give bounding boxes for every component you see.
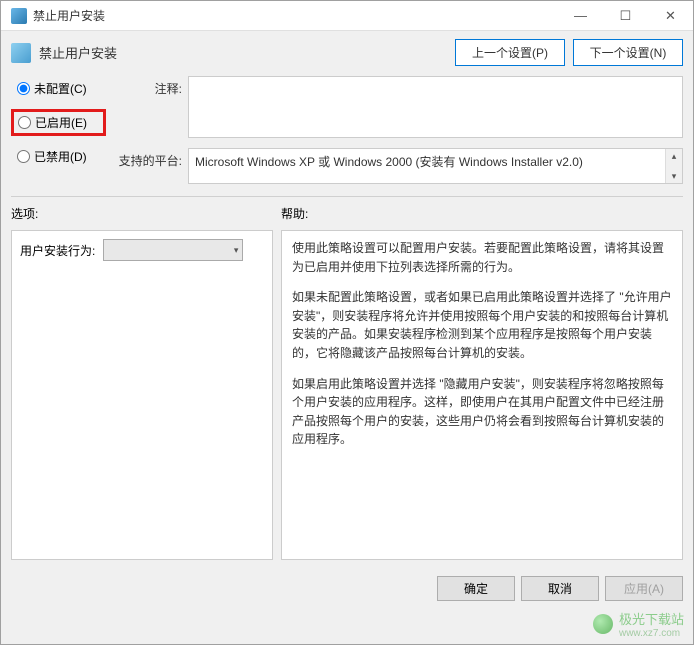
radio-enabled[interactable]: 已启用(E) <box>18 114 99 131</box>
window-title: 禁止用户安装 <box>33 7 558 24</box>
comments-label: 注释: <box>112 76 182 97</box>
platforms-box: Microsoft Windows XP 或 Windows 2000 (安装有… <box>188 148 683 184</box>
ok-button[interactable]: 确定 <box>437 576 515 601</box>
watermark-icon <box>593 614 613 634</box>
watermark-url: www.xz7.com <box>619 628 684 639</box>
divider <box>11 196 683 197</box>
help-panel[interactable]: 使用此策略设置可以配置用户安装。若要配置此策略设置，请将其设置为已启用并使用下拉… <box>281 230 683 560</box>
app-icon <box>11 8 27 24</box>
help-paragraph-1: 使用此策略设置可以配置用户安装。若要配置此策略设置，请将其设置为已启用并使用下拉… <box>292 239 672 276</box>
help-paragraph-2: 如果未配置此策略设置，或者如果已启用此策略设置并选择了 "允许用户安装"，则安装… <box>292 288 672 362</box>
radio-disabled[interactable]: 已禁用(D) <box>11 148 106 165</box>
prev-setting-button[interactable]: 上一个设置(P) <box>455 39 565 66</box>
watermark-name: 极光下载站 <box>619 612 684 627</box>
radio-enabled-input[interactable] <box>18 116 31 129</box>
platforms-label: 支持的平台: <box>112 148 182 169</box>
titlebar: 禁止用户安装 — ☐ ✕ <box>1 1 693 31</box>
user-install-behavior-row: 用户安装行为: ▾ <box>20 239 264 261</box>
next-setting-button[interactable]: 下一个设置(N) <box>573 39 683 66</box>
state-radio-group: 未配置(C) 已启用(E) 已禁用(D) <box>11 76 106 165</box>
section-labels: 选项: 帮助: <box>11 205 683 222</box>
enabled-highlight: 已启用(E) <box>11 109 106 136</box>
radio-disabled-label: 已禁用(D) <box>34 148 87 165</box>
cancel-button[interactable]: 取消 <box>521 576 599 601</box>
close-button[interactable]: ✕ <box>648 1 693 31</box>
apply-button[interactable]: 应用(A) <box>605 576 683 601</box>
radio-not-configured-input[interactable] <box>17 82 30 95</box>
platforms-text: Microsoft Windows XP 或 Windows 2000 (安装有… <box>195 153 583 170</box>
maximize-button[interactable]: ☐ <box>603 1 648 31</box>
platforms-scrollbar[interactable]: ▴ ▾ <box>665 149 682 183</box>
radio-not-configured-label: 未配置(C) <box>34 80 87 97</box>
radio-disabled-input[interactable] <box>17 150 30 163</box>
minimize-button[interactable]: — <box>558 1 603 31</box>
user-install-behavior-label: 用户安装行为: <box>20 242 95 259</box>
scroll-down-icon[interactable]: ▾ <box>672 169 677 183</box>
policy-icon <box>11 43 31 63</box>
scroll-up-icon[interactable]: ▴ <box>672 149 677 163</box>
policy-title: 禁止用户安装 <box>39 43 447 62</box>
radio-not-configured[interactable]: 未配置(C) <box>11 80 106 97</box>
radio-enabled-label: 已启用(E) <box>35 114 87 131</box>
options-panel: 用户安装行为: ▾ <box>11 230 273 560</box>
header-row: 禁止用户安装 上一个设置(P) 下一个设置(N) <box>11 39 683 76</box>
comments-textarea[interactable] <box>188 76 683 138</box>
options-heading: 选项: <box>11 205 281 222</box>
user-install-behavior-select[interactable]: ▾ <box>103 239 243 261</box>
watermark: 极光下载站 www.xz7.com <box>593 609 684 639</box>
footer: 确定 取消 应用(A) <box>1 568 693 609</box>
help-paragraph-3: 如果启用此策略设置并选择 "隐藏用户安装"，则安装程序将忽略按照每个用户安装的应… <box>292 375 672 449</box>
chevron-down-icon: ▾ <box>234 245 239 256</box>
help-heading: 帮助: <box>281 205 308 222</box>
